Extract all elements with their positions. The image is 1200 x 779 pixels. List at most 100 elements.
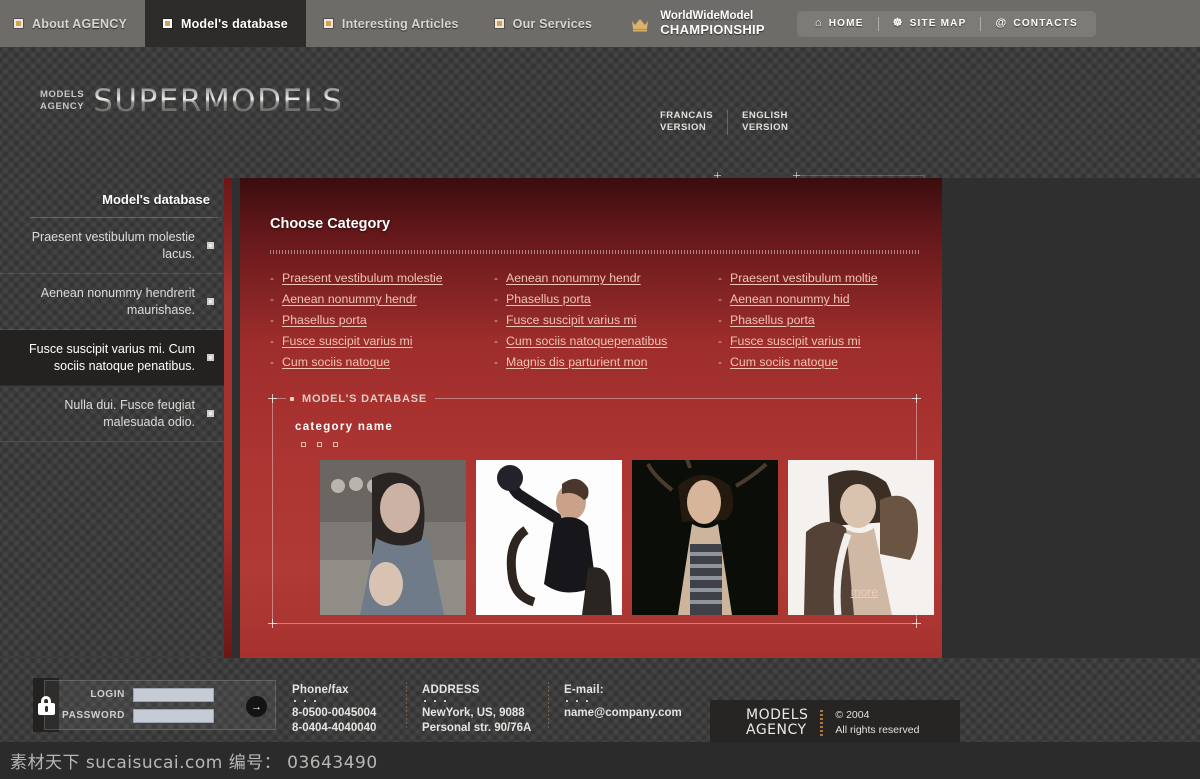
category-link[interactable]: Fusce suscipit varius mi: [730, 334, 861, 348]
sidebar-item-fusce[interactable]: Fusce suscipit varius mi. Cum sociis nat…: [0, 330, 232, 386]
nav-tab-label: Our Services: [513, 17, 593, 31]
model-thumbnail-3[interactable]: [632, 460, 778, 615]
copyright-text: © 2004 All rights reserved: [835, 708, 919, 737]
nav-tab-models-database[interactable]: Model's database: [145, 0, 306, 47]
more-link[interactable]: more: [851, 585, 878, 599]
language-english[interactable]: ENGLISH VERSION: [727, 110, 802, 135]
category-link[interactable]: Praesent vestibulum molestie: [282, 271, 443, 285]
corner-tick: [912, 394, 921, 403]
util-link-contacts[interactable]: @ CONTACTS: [981, 18, 1091, 29]
list-item[interactable]: -Praesent vestibulum moltie: [718, 271, 942, 285]
site-logo[interactable]: MODELS AGENCY SUPERMODELS: [40, 83, 344, 119]
at-icon: @: [995, 18, 1007, 29]
category-link[interactable]: Fusce suscipit varius mi: [282, 334, 413, 348]
category-link[interactable]: Cum sociis natoque: [282, 355, 390, 369]
pager-dot[interactable]: [333, 442, 338, 447]
home-icon: ⌂: [815, 18, 823, 29]
category-link[interactable]: Phasellus porta: [506, 292, 591, 306]
password-input[interactable]: [133, 709, 214, 723]
category-column-3: -Praesent vestibulum moltie -Aenean nonu…: [718, 271, 942, 376]
bullet-square-icon: [207, 410, 214, 417]
gallery-pager[interactable]: [301, 442, 338, 447]
dash-icon: -: [494, 314, 498, 326]
list-item[interactable]: -Fusce suscipit varius mi: [270, 334, 494, 348]
footer-address-block: ADDRESS NewYork, US, 9088 Personal str. …: [422, 684, 531, 735]
list-item[interactable]: -Cum sociis natoque: [718, 355, 942, 369]
util-link-site-map[interactable]: ☸ SITE MAP: [879, 18, 981, 29]
util-label: HOME: [829, 18, 864, 29]
gallery-legend-label: MODEL'S DATABASE: [302, 393, 427, 405]
bullet-square-icon: [324, 19, 333, 28]
dash-icon: -: [494, 335, 498, 347]
dash-icon: -: [494, 272, 498, 284]
list-item[interactable]: -Aenean nonummy hendr: [494, 271, 718, 285]
dash-icon: -: [270, 356, 274, 368]
top-navigation: About AGENCY Model's database Interestin…: [0, 0, 1200, 47]
bullet-square-icon: [207, 242, 214, 249]
list-item[interactable]: -Cum sociis natoquepenatibus: [494, 334, 718, 348]
dot-separator: [566, 700, 682, 702]
list-item[interactable]: -Cum sociis natoque: [270, 355, 494, 369]
category-link[interactable]: Cum sociis natoque: [730, 355, 838, 369]
list-item[interactable]: -Phasellus porta: [494, 292, 718, 306]
nav-championship-link[interactable]: WorldWideModel CHAMPIONSHIP: [610, 0, 779, 47]
login-label: LOGIN: [59, 689, 125, 700]
category-link[interactable]: Aenean nonummy hid: [730, 292, 850, 306]
list-item[interactable]: -Phasellus porta: [270, 313, 494, 327]
bullet-square-icon: [207, 354, 214, 361]
bullet-square-icon: [163, 19, 172, 28]
sidebar-item-label: Nulla dui. Fusce feugiat malesuada odio.: [20, 397, 195, 430]
gallery-legend: MODEL'S DATABASE: [286, 391, 435, 407]
language-switcher: FRANCAIS VERSION ENGLISH VERSION: [660, 110, 802, 135]
bullet-square-icon: [290, 397, 294, 401]
nav-tab-our-services[interactable]: Our Services: [477, 0, 611, 47]
category-link[interactable]: Phasellus porta: [282, 313, 367, 327]
list-item[interactable]: -Praesent vestibulum molestie: [270, 271, 494, 285]
nav-tab-about-agency[interactable]: About AGENCY: [0, 0, 145, 47]
category-link[interactable]: Aenean nonummy hendr: [282, 292, 417, 306]
list-item[interactable]: -Fusce suscipit varius mi: [494, 313, 718, 327]
nav-tab-interesting-articles[interactable]: Interesting Articles: [306, 0, 477, 47]
crown-icon: [630, 16, 650, 32]
category-link[interactable]: Magnis dis parturient mon: [506, 355, 647, 369]
sidebar-item-aenean[interactable]: Aenean nonummy hendrerit maurishase.: [0, 274, 232, 330]
dot-separator: [424, 700, 531, 702]
category-link[interactable]: Phasellus porta: [730, 313, 815, 327]
list-item[interactable]: -Phasellus porta: [718, 313, 942, 327]
category-link[interactable]: Praesent vestibulum moltie: [730, 271, 878, 285]
sidebar-item-nulla[interactable]: Nulla dui. Fusce feugiat malesuada odio.: [0, 386, 232, 442]
util-link-home[interactable]: ⌂ HOME: [801, 18, 878, 29]
login-input[interactable]: [133, 688, 214, 702]
footer-value-line1: 8-0500-0045004: [292, 706, 376, 721]
language-francais[interactable]: FRANCAIS VERSION: [660, 110, 727, 135]
category-link[interactable]: Cum sociis natoquepenatibus: [506, 334, 667, 348]
footer-brand: MODELS AGENCY: [746, 708, 808, 739]
logo-wordmark: SUPERMODELS: [93, 83, 343, 119]
model-thumbnail-1[interactable]: [320, 460, 466, 615]
list-item[interactable]: -Magnis dis parturient mon: [494, 355, 718, 369]
category-link[interactable]: Fusce suscipit varius mi: [506, 313, 637, 327]
dot-separator: [294, 700, 376, 702]
pager-dot[interactable]: [301, 442, 306, 447]
pager-dot[interactable]: [317, 442, 322, 447]
sidebar-accent-strip: [224, 178, 232, 658]
list-item[interactable]: -Fusce suscipit varius mi: [718, 334, 942, 348]
dash-icon: -: [718, 293, 722, 305]
footer-email-value[interactable]: name@company.com: [564, 706, 682, 721]
login-form: LOGIN PASSWORD: [44, 680, 276, 730]
login-submit-button[interactable]: →: [246, 696, 267, 717]
password-row: PASSWORD: [59, 709, 214, 723]
sidebar: Model's database Praesent vestibulum mol…: [0, 178, 232, 658]
site-footer: LOGIN PASSWORD → Phone/fax 8-0500-004500…: [0, 658, 1200, 742]
list-item[interactable]: -Aenean nonummy hendr: [270, 292, 494, 306]
dash-icon: -: [270, 293, 274, 305]
corner-tick: [268, 619, 277, 628]
dash-icon: -: [494, 293, 498, 305]
sidebar-item-praesent[interactable]: Praesent vestibulum molestie lacus.: [0, 218, 232, 274]
category-link[interactable]: Aenean nonummy hendr: [506, 271, 641, 285]
watermark-bar: 素材天下 sucaisucai.com 编号： 03643490: [0, 742, 1200, 779]
list-item[interactable]: -Aenean nonummy hid: [718, 292, 942, 306]
nav-tab-label: Model's database: [181, 17, 288, 31]
model-thumbnail-2[interactable]: [476, 460, 622, 615]
bullet-square-icon: [495, 19, 504, 28]
